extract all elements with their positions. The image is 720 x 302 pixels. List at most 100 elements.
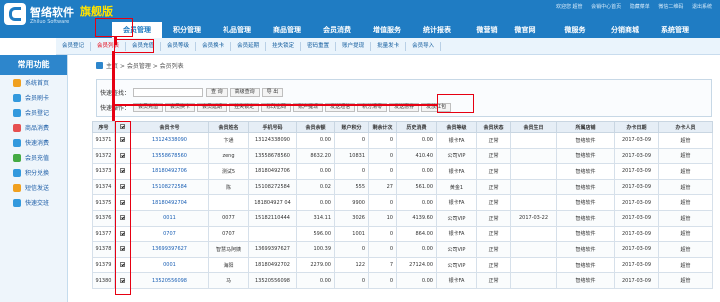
table-cell: 0.00 — [396, 163, 437, 180]
sidebar-item-recharge[interactable]: 会员充值 — [0, 150, 67, 165]
nav-mall[interactable]: 分销商城 — [600, 22, 650, 38]
nav-service[interactable]: 微服务 — [550, 22, 600, 38]
advanced-search-button[interactable]: 高级查询 — [229, 87, 260, 97]
sidebar-item-register[interactable]: 会员登记 — [0, 105, 67, 120]
table-cell: 27124.00 — [396, 256, 437, 274]
submenu-import[interactable]: 会员导入 — [406, 41, 442, 51]
sub-menu: 会员登记 会员列表 会员充值 会员等级 会员换卡 会员延期 挂失锁定 密码重置 … — [56, 38, 720, 55]
table-row[interactable]: 91377 0707 0707 596.00 1001 0 864.00 银卡FA 正常 智络软件… — [92, 225, 713, 243]
table-row[interactable]: 91375 18180492704 181804927 04 0.00 9900 0 0.0… — [92, 194, 713, 211]
table-row[interactable]: 91374 15108272584 陈 15108272584 0.02 555 27 561… — [92, 178, 713, 196]
table-cell: 2017-03-22 — [510, 209, 557, 227]
submenu-change-card[interactable]: 会员换卡 — [196, 41, 232, 51]
table-cell: 0.02 — [296, 178, 335, 196]
member-home-link[interactable]: 会销中心首页 — [591, 4, 621, 10]
table-cell: 银卡FA — [436, 194, 477, 211]
table-cell: 智络软件 — [556, 209, 615, 227]
card-icon — [13, 93, 21, 102]
nav-points[interactable]: 积分管理 — [162, 22, 212, 38]
table-cell: 15182110444 — [248, 209, 297, 227]
table-cell: 2017-03-09 — [614, 132, 659, 149]
table-cell: 0.00 — [396, 194, 437, 211]
table-cell: 8632.20 — [296, 147, 335, 165]
table-cell: 314.11 — [296, 209, 335, 227]
table-row[interactable]: 91376 0011 0077 15182110444 314.11 3026 10 4139… — [92, 209, 713, 227]
money-icon — [13, 153, 21, 162]
nav-products[interactable]: 商品管理 — [262, 22, 312, 38]
nav-mini-site[interactable]: 微官网 — [500, 22, 550, 38]
table-cell[interactable]: 0001 — [130, 256, 209, 274]
table-cell: 银卡FA — [436, 132, 477, 149]
hide-menu-link[interactable]: 隐藏菜单 — [630, 4, 650, 10]
table-cell[interactable]: 0707 — [130, 225, 209, 243]
table-cell[interactable]: 0011 — [130, 209, 209, 227]
logout-link[interactable]: 退出系统 — [692, 4, 712, 10]
nav-value-added[interactable]: 增值服务 — [362, 22, 412, 38]
table-cell[interactable]: 18180492704 — [130, 194, 209, 211]
table-cell: 181804927 04 — [248, 194, 297, 211]
table-cell: 超管 — [658, 241, 713, 258]
toolbar-panel: 快速查找： 查 询 高级查询 导 出 快速操作： 会员充值 会员换卡 会员延期 … — [96, 79, 712, 117]
table-cell[interactable]: 13124338090 — [130, 132, 209, 149]
sidebar-item-shift[interactable]: 快速交班 — [0, 195, 67, 210]
table-cell: 0 — [368, 194, 397, 211]
submenu-extend[interactable]: 会员延期 — [231, 41, 267, 51]
table-cell: 2017-03-09 — [614, 225, 659, 243]
shift-icon — [13, 198, 21, 207]
sidebar-item-goods[interactable]: 商品消费 — [0, 120, 67, 135]
member-table: 序号 会员卡号 会员姓名 手机号码 会员余额 账户积分 剩余计次 历史消费 会员… — [92, 121, 713, 289]
search-button[interactable]: 查 询 — [206, 87, 228, 97]
table-cell: 15108272584 — [248, 178, 297, 196]
export-button[interactable]: 导 出 — [261, 87, 284, 97]
submenu-withdraw[interactable]: 账户提现 — [336, 41, 372, 51]
wechat-qr-link[interactable]: 微信二维码 — [658, 4, 683, 10]
nav-secondary: 微官网 微服务 分销商城 系统管理 — [500, 22, 700, 38]
table-cell: 13558678560 — [248, 147, 297, 165]
table-cell: 超管 — [658, 147, 713, 165]
table-row[interactable]: 91371 13124338090 卞通 13124338090 0.00 0 0 0.00 银… — [92, 132, 713, 149]
table-cell: 超管 — [658, 163, 713, 180]
sidebar-item-quick-consume[interactable]: 快速消费 — [0, 135, 67, 150]
edition-label: 旗舰版 — [80, 5, 113, 18]
table-cell: 9900 — [334, 194, 369, 211]
table-cell: 0.00 — [296, 272, 335, 289]
sidebar-item-home[interactable]: 系统首页 — [0, 75, 67, 90]
submenu-register[interactable]: 会员登记 — [56, 41, 92, 51]
table-cell: 智络软件 — [556, 178, 615, 196]
table-row[interactable]: 91379 0001 海阳 18180492702 2279.00 122 7 27124.0… — [92, 256, 713, 274]
submenu-reset-password[interactable]: 密码重置 — [301, 41, 337, 51]
nav-reports[interactable]: 统计报表 — [412, 22, 462, 38]
submenu-lock[interactable]: 挂失锁定 — [266, 41, 302, 51]
table-row[interactable]: 91380 13520556098 马 13520556098 0.00 0 0 0.00 银卡… — [92, 272, 713, 289]
table-cell: 2279.00 — [296, 256, 335, 274]
table-row[interactable]: 91378 13699397627 智慧马阿姨 13699397627 100.39 0 0… — [92, 241, 713, 258]
table-cell[interactable]: 13699397627 — [130, 241, 209, 258]
table-cell: 0.00 — [296, 132, 335, 149]
table-cell: 银卡FA — [436, 272, 477, 289]
table-cell — [510, 194, 557, 211]
sidebar-item-swipe-card[interactable]: 会员刷卡 — [0, 90, 67, 105]
table-cell: 91372 — [92, 147, 115, 165]
table-cell[interactable]: 13558678560 — [130, 147, 209, 165]
table-row[interactable]: 91373 18180492706 测试5 18180492706 0.00 0 0 0.00… — [92, 163, 713, 180]
table-cell: 0.00 — [396, 132, 437, 149]
table-cell: 超管 — [658, 225, 713, 243]
col-card-no: 会员卡号 — [130, 121, 209, 133]
table-cell[interactable]: 15108272584 — [130, 178, 209, 196]
table-row[interactable]: 91372 13558678560 zeng 13558678560 8632.20 10… — [92, 147, 713, 165]
quick-icon — [13, 138, 21, 147]
sidebar-item-points[interactable]: 积分兑换 — [0, 165, 67, 180]
submenu-level[interactable]: 会员等级 — [161, 41, 197, 51]
submenu-batch-card[interactable]: 批量发卡 — [371, 41, 407, 51]
search-input[interactable] — [133, 87, 204, 97]
table-cell[interactable]: 18180492706 — [130, 163, 209, 180]
sidebar-item-sms[interactable]: 短信发送 — [0, 180, 67, 195]
nav-gifts[interactable]: 礼品管理 — [212, 22, 262, 38]
table-cell: 正常 — [476, 225, 511, 243]
nav-member-consumption[interactable]: 会员消费 — [312, 22, 362, 38]
nav-system[interactable]: 系统管理 — [650, 22, 700, 38]
table-cell: 智络软件 — [556, 147, 615, 165]
table-cell: 银卡FA — [436, 163, 477, 180]
table-cell[interactable]: 13520556098 — [130, 272, 209, 289]
table-cell: 2017-03-09 — [614, 209, 659, 227]
